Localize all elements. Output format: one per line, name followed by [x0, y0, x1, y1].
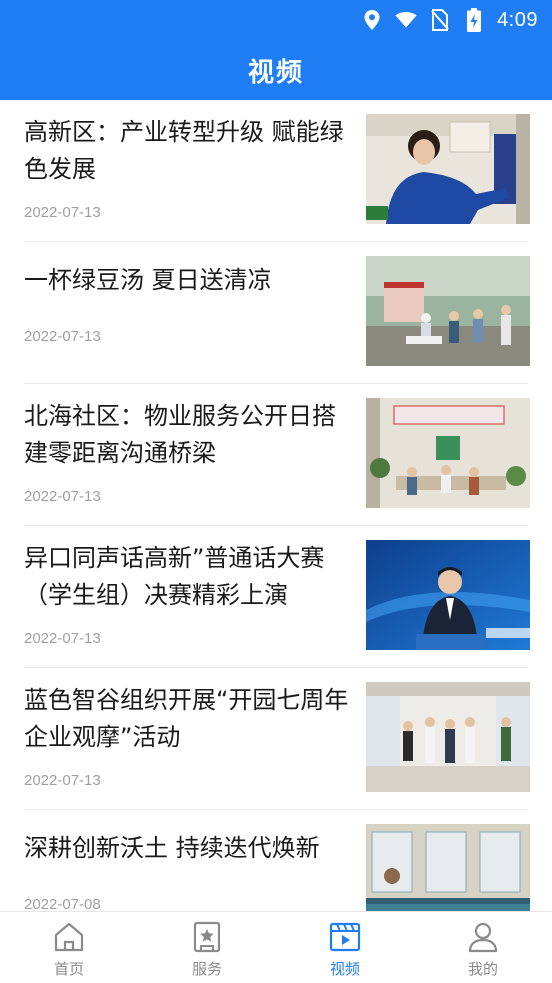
news-title: 一杯绿豆汤 夏日送清凉: [24, 266, 272, 294]
battery-charging-icon: [463, 8, 485, 32]
user-icon: [468, 922, 498, 953]
news-list[interactable]: 高新区：产业转型升级 赋能绿色发展 2022-07-13 一杯绿豆汤 夏日送清凉…: [0, 100, 552, 912]
news-title: 深耕创新沃土 持续迭代焕新: [24, 834, 320, 862]
news-thumbnail: [366, 824, 530, 912]
wifi-icon: [395, 9, 417, 31]
news-title: 异口同声话高新”普通话大赛（学生组）决赛精彩上演: [24, 544, 325, 609]
news-date: 2022-07-13: [24, 488, 101, 505]
news-title: 蓝色智谷组织开展“开园七周年企业观摩”活动: [24, 686, 349, 751]
tab-label: 首页: [53, 960, 84, 978]
video-icon: [329, 922, 361, 952]
home-icon: [54, 922, 84, 952]
news-thumbnail: [366, 682, 530, 792]
news-date: 2022-07-13: [24, 772, 101, 789]
list-item[interactable]: 深耕创新沃土 持续迭代焕新 2022-07-08: [24, 810, 530, 912]
news-thumbnail: [366, 540, 530, 650]
news-date: 2022-07-13: [24, 630, 101, 647]
news-date: 2022-07-08: [24, 896, 101, 912]
news-thumbnail: [366, 398, 530, 508]
app-header: 视频: [0, 40, 552, 100]
tab-service[interactable]: 服务: [138, 912, 276, 983]
bottom-tab-bar: 首页 服务 视频 我的: [0, 911, 552, 983]
news-thumbnail: [366, 114, 530, 224]
status-bar: 4:09: [0, 0, 552, 40]
news-date: 2022-07-13: [24, 328, 101, 345]
clock: 4:09: [497, 8, 538, 31]
list-item[interactable]: 一杯绿豆汤 夏日送清凉 2022-07-13: [24, 242, 530, 384]
tab-home[interactable]: 首页: [0, 912, 138, 983]
location-icon: [361, 9, 383, 31]
list-item[interactable]: 高新区：产业转型升级 赋能绿色发展 2022-07-13: [24, 100, 530, 242]
list-item[interactable]: 北海社区：物业服务公开日搭建零距离沟通桥梁 2022-07-13: [24, 384, 530, 526]
news-title: 北海社区：物业服务公开日搭建零距离沟通桥梁: [24, 402, 336, 467]
list-item[interactable]: 异口同声话高新”普通话大赛（学生组）决赛精彩上演 2022-07-13: [24, 526, 530, 668]
tab-label: 视频: [329, 960, 360, 978]
tab-label: 服务: [191, 960, 222, 978]
service-icon: [193, 921, 221, 953]
tab-video[interactable]: 视频: [276, 912, 414, 983]
news-date: 2022-07-13: [24, 204, 101, 221]
page-title: 视频: [247, 57, 304, 88]
news-thumbnail: [366, 256, 530, 366]
tab-profile[interactable]: 我的: [414, 912, 552, 983]
tab-label: 我的: [467, 960, 498, 978]
no-sim-icon: [429, 9, 451, 31]
news-title: 高新区：产业转型升级 赋能绿色发展: [24, 118, 344, 183]
list-item[interactable]: 蓝色智谷组织开展“开园七周年企业观摩”活动 2022-07-13: [24, 668, 530, 810]
